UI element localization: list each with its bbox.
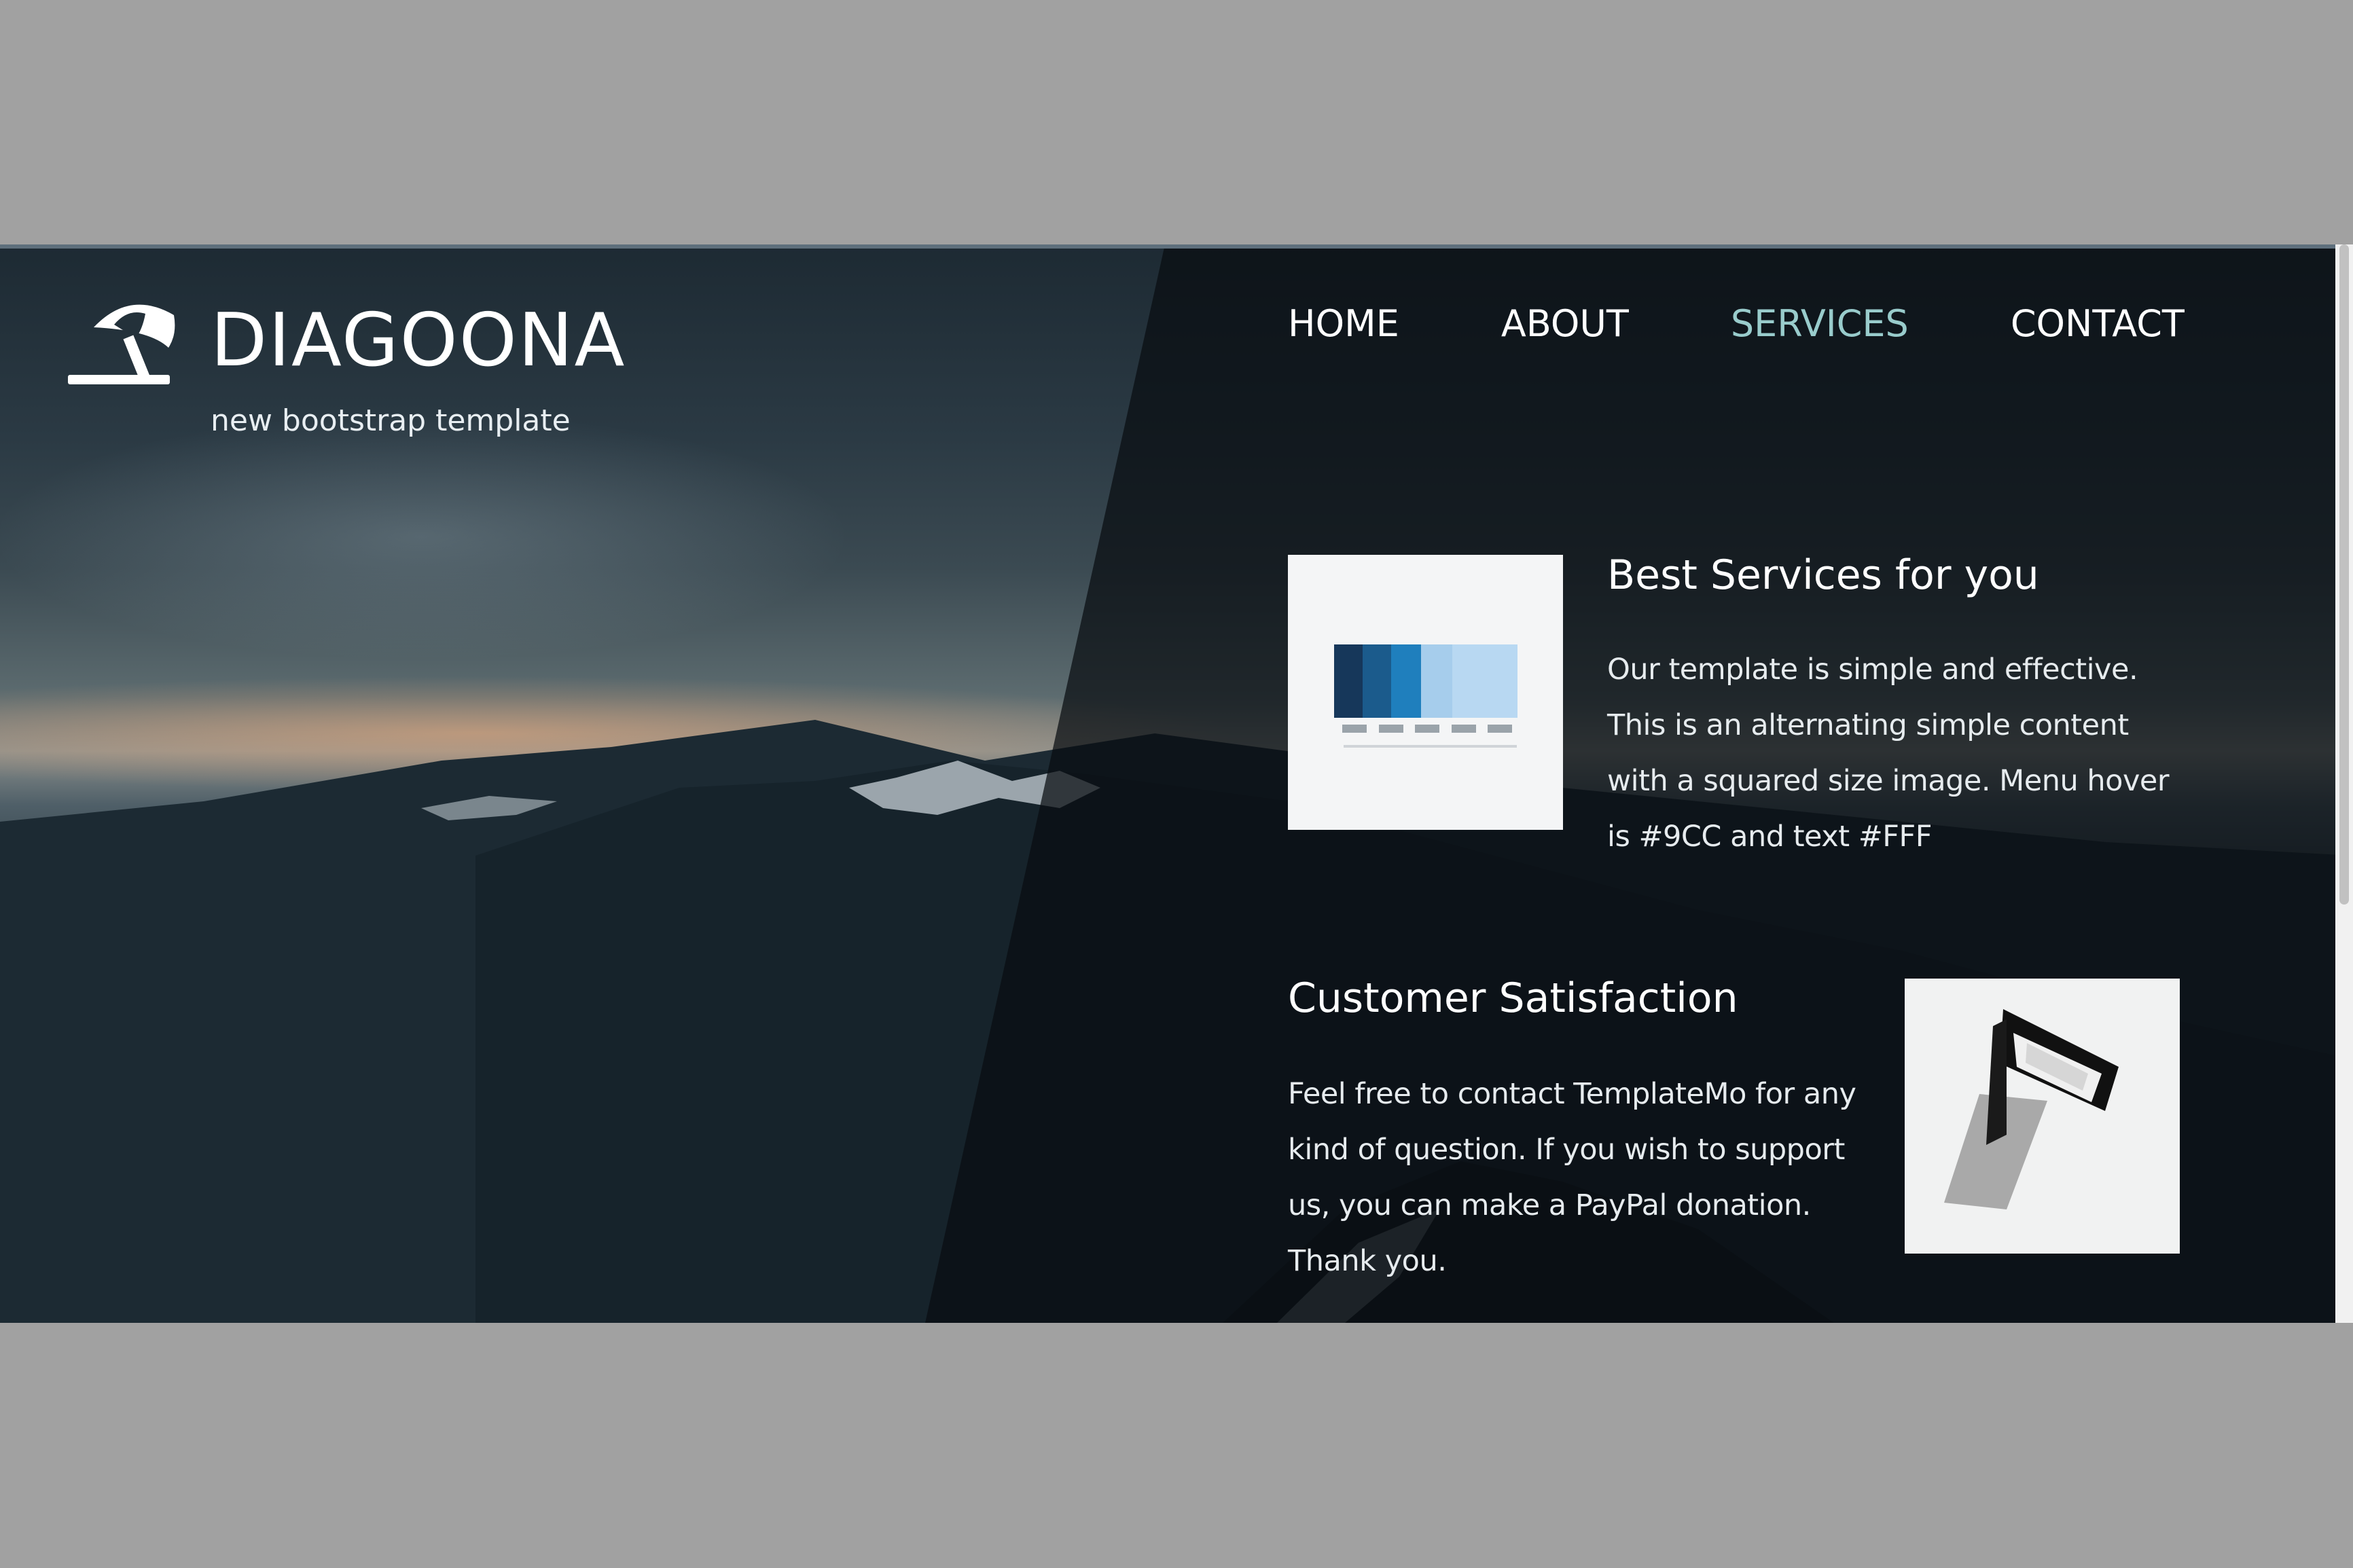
service-description: Feel free to contact TemplateMo for any … [1288,1077,1856,1278]
top-border [0,244,2353,249]
nav-services[interactable]: SERVICES [1731,306,1909,342]
scrollbar-thumb[interactable] [2339,244,2349,905]
nav-home[interactable]: HOME [1288,306,1399,342]
brand[interactable]: DIAGOONA new bootstrap template [65,295,626,438]
nav-about[interactable]: ABOUT [1501,306,1629,342]
nav-contact[interactable]: CONTACT [2011,306,2185,342]
beach-umbrella-icon [68,304,175,384]
site-title[interactable]: DIAGOONA [211,304,626,378]
main-nav: HOME ABOUT SERVICES CONTACT [1288,306,2185,342]
frame-card-graphic [1944,1009,2119,1209]
swatch [1334,644,1363,718]
black-frame-card-image [1905,979,2180,1254]
service-title: Customer Satisfaction [1288,974,1738,1022]
scrollbar[interactable] [2335,244,2353,1323]
swatch [1452,644,1517,718]
swatch [1363,644,1391,718]
service-description: Our template is simple and effective. Th… [1607,653,2170,854]
swatch-labels [1342,725,1512,733]
swatch [1391,644,1421,718]
service-title: Best Services for you [1607,551,2039,599]
pantone-swatches-image [1288,555,1563,830]
browser-viewport: DIAGOONA new bootstrap template HOME ABO… [0,244,2353,1323]
site-tagline: new bootstrap template [211,403,571,438]
swatch [1421,644,1452,718]
divider [1344,745,1517,748]
